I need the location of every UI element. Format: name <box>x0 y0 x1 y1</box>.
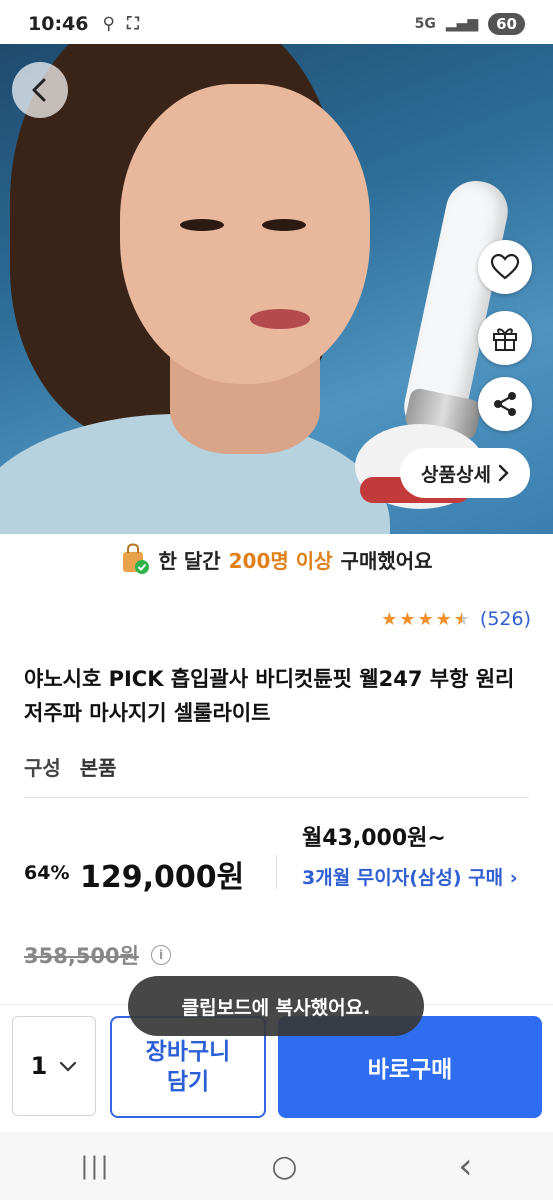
home-button[interactable]: ○ <box>271 1149 297 1184</box>
model-eye-left <box>180 219 224 231</box>
model-face <box>120 84 370 384</box>
star-icon: ★ <box>399 608 416 630</box>
star-icon: ★ <box>417 608 434 630</box>
location-icon: ⚲ <box>102 14 115 34</box>
star-icon: ★ <box>435 608 452 630</box>
product-detail-label: 상품상세 <box>421 463 491 486</box>
share-icon <box>494 392 516 416</box>
discount-rate: 64% <box>24 862 70 884</box>
star-icon: ★ <box>381 608 398 630</box>
quantity-value: 1 <box>30 1052 48 1080</box>
chevron-down-icon <box>60 1061 77 1072</box>
purchase-banner-prefix: 한 달간 <box>158 548 221 573</box>
signal-icon: ▂▄▆ <box>445 16 479 32</box>
option-label: 구성 <box>24 756 61 780</box>
model-lips <box>250 309 310 329</box>
gift-icon <box>493 328 517 351</box>
divider <box>24 797 529 798</box>
status-bar: 10:46 ⚲ ⛶ 5G ▂▄▆ 60 <box>0 0 553 48</box>
battery-level: 60 <box>496 15 517 33</box>
screenshot-icon: ⛶ <box>126 14 139 34</box>
sale-price: 129,000원 <box>80 860 245 895</box>
half-star-icon: ★ <box>453 608 470 630</box>
product-title: 야노시호 PICK 흡입괄사 바디컷튠핏 웰247 부항 원리 저주파 마사지기… <box>24 667 515 725</box>
product-option: 구성 본품 <box>24 752 117 781</box>
installment-link[interactable]: 3개월 무이자(삼성) 구매 › <box>302 863 522 894</box>
battery-icon: 60 <box>488 13 525 35</box>
status-time: 10:46 <box>28 13 89 35</box>
purchase-banner-suffix: 구매했어요 <box>340 548 433 573</box>
option-value: 본품 <box>79 756 117 780</box>
network-label: 5G <box>414 16 436 32</box>
shopping-bag-check-icon <box>123 543 150 574</box>
quantity-selector[interactable]: 1 <box>12 1016 96 1116</box>
review-count: (526) <box>479 608 531 630</box>
model-eye-right <box>262 219 306 231</box>
clipboard-toast: 클립보드에 복사했어요. <box>128 976 424 1036</box>
heart-icon <box>491 254 519 280</box>
nav-back-button[interactable]: ‹ <box>458 1146 472 1187</box>
purchase-banner-highlight: 200명 이상 <box>228 548 333 573</box>
system-nav-bar: ||| ○ ‹ <box>0 1132 553 1200</box>
purchase-count-banner: 한 달간 200명 이상 구매했어요 <box>0 534 553 584</box>
rating-link[interactable]: ★ ★ ★ ★ ★ (526) <box>381 608 531 630</box>
info-icon[interactable]: i <box>151 945 171 965</box>
share-button[interactable] <box>478 377 532 431</box>
monthly-price: 월43,000원~ <box>302 826 446 851</box>
original-price: 358,500원 <box>24 944 139 968</box>
back-icon <box>32 78 46 102</box>
back-button[interactable] <box>12 62 68 118</box>
product-detail-button[interactable]: 상품상세 <box>400 448 530 498</box>
recents-button[interactable]: ||| <box>80 1152 110 1180</box>
price-divider <box>276 855 277 889</box>
chevron-right-icon <box>498 464 509 482</box>
gift-button[interactable] <box>478 311 532 365</box>
wishlist-button[interactable] <box>478 240 532 294</box>
